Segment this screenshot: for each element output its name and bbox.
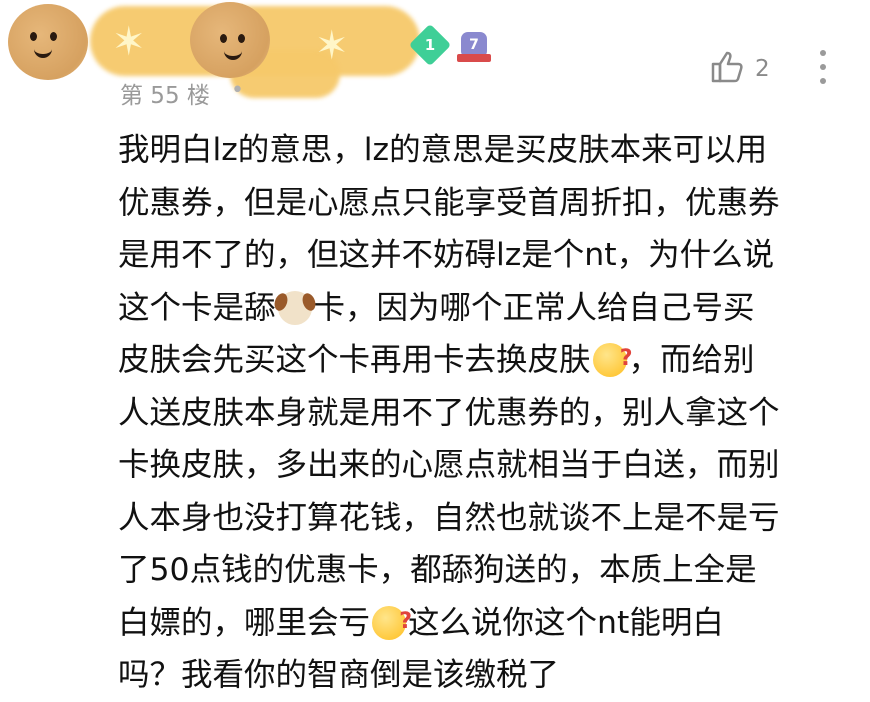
body-line: 人本身也没打算花钱，自然也就谈不上是不是亏 (118, 499, 780, 536)
body-line: 皮肤会先买这个卡再用卡去换皮肤，而给别 (118, 333, 858, 387)
more-vertical-icon[interactable] (820, 50, 826, 84)
floor-number: 第 55 楼 (120, 83, 210, 109)
body-line: 白嫖的，哪里会亏这么说你这个nt能明白 (118, 596, 858, 650)
body-line: 我明白lz的意思，lz的意思是买皮肤本来可以用 (118, 132, 768, 168)
body-line: 这个卡是舔 卡，因为哪个正常人给自己号买 (118, 289, 755, 326)
dog-face-emoji-icon (277, 290, 312, 325)
thumbs-up-icon[interactable] (710, 50, 746, 84)
sparkle-icon: ✶ (112, 19, 146, 65)
like-count: 2 (755, 56, 770, 82)
avatar[interactable] (8, 4, 88, 80)
thinking-face-emoji-icon (592, 333, 633, 386)
body-line: 吗？我看你的智商倒是该缴税了 (118, 657, 560, 693)
body-line: 了50点钱的优惠卡，都舔狗送的，本质上全是 (118, 552, 757, 588)
rank-badge-icon[interactable]: 7 (457, 32, 491, 62)
rank-badge-value: 7 (469, 37, 479, 53)
post-header: ✶ ✶ 1 7 第 55 楼 • 2 (0, 0, 870, 112)
body-line: 优惠券，但是心愿点只能享受首周折扣，优惠券 (118, 184, 780, 221)
body-line: 是用不了的，但这并不妨碍lz是个nt，为什么说 (118, 237, 775, 273)
username-sticker (190, 2, 270, 78)
sparkle-icon: ✶ (315, 23, 349, 69)
body-line: 人送皮肤本身就是用不了优惠券的，别人拿这个 (118, 394, 780, 431)
thinking-face-emoji-icon (372, 596, 412, 648)
post-body: 我明白lz的意思，lz的意思是买皮肤本来可以用 优惠券，但是心愿点只能享受首周折… (118, 124, 858, 702)
body-line: 卡换皮肤，多出来的心愿点就相当于白送，而别 (118, 447, 780, 483)
separator-dot: • (231, 78, 244, 103)
level-badge-value: 1 (424, 36, 436, 54)
